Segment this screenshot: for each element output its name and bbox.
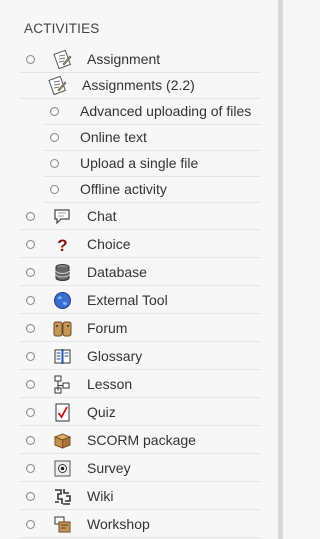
radio-button[interactable] [26,380,35,389]
svg-text:?: ? [57,236,67,254]
activity-label: SCORM package [87,432,196,448]
database-icon [53,263,72,282]
radio-button[interactable] [50,133,59,142]
section-heading: ACTIVITIES [24,21,100,36]
activity-option-external-tool[interactable]: External Tool [20,288,261,314]
radio-button[interactable] [50,107,59,116]
activity-label: Wiki [87,488,114,504]
activity-label: Assignments (2.2) [82,77,195,93]
globe-icon [53,291,72,310]
lesson-icon [53,375,72,394]
activity-label: Survey [87,460,131,476]
panel-scrollbar[interactable] [278,0,283,539]
radio-button[interactable] [26,55,35,64]
radio-button[interactable] [50,159,59,168]
activity-group-assignments-22: Assignments (2.2) [20,73,261,99]
question-icon: ? [53,235,72,254]
activity-option-scorm-package[interactable]: SCORM package [20,428,261,454]
activity-label: Quiz [87,404,116,420]
activity-option-advanced-uploading[interactable]: Advanced uploading of files [44,99,261,125]
activity-label: Assignment [87,51,161,67]
activity-label: Lesson [87,376,133,392]
quiz-icon [53,403,72,422]
radio-button[interactable] [50,185,59,194]
glossary-icon [53,347,72,366]
activity-label: Forum [87,320,128,336]
activity-option-choice[interactable]: ? Choice [20,232,261,258]
activity-option-chat[interactable]: Chat [20,204,261,230]
forum-icon [53,319,72,338]
activity-label: Glossary [87,348,143,364]
activity-option-wiki[interactable]: Wiki [20,484,261,510]
radio-button[interactable] [26,352,35,361]
radio-button[interactable] [26,464,35,473]
activity-option-database[interactable]: Database [20,260,261,286]
assignment-icon [53,50,72,69]
activity-option-online-text[interactable]: Online text [44,125,261,151]
radio-button[interactable] [26,268,35,277]
radio-button[interactable] [26,436,35,445]
activity-option-quiz[interactable]: Quiz [20,400,261,426]
radio-button[interactable] [26,296,35,305]
activity-label: Choice [87,236,131,252]
radio-button[interactable] [26,240,35,249]
activity-label: Database [87,264,147,280]
radio-button[interactable] [26,520,35,529]
activity-option-survey[interactable]: Survey [20,456,261,482]
radio-button[interactable] [26,408,35,417]
activity-label: Online text [80,129,147,145]
radio-button[interactable] [26,492,35,501]
activity-option-workshop[interactable]: Workshop [20,512,261,538]
activity-option-upload-single-file[interactable]: Upload a single file [44,151,261,177]
package-icon [53,431,72,450]
chat-icon [53,207,72,226]
activity-label: Upload a single file [80,155,199,171]
activity-label: Workshop [87,516,150,532]
assignment-icon [48,76,67,95]
activity-label: Offline activity [80,181,167,197]
survey-icon [53,459,72,478]
radio-button[interactable] [26,212,35,221]
activity-label: External Tool [87,292,168,308]
radio-button[interactable] [26,324,35,333]
activity-option-forum[interactable]: Forum [20,316,261,342]
activity-option-offline-activity[interactable]: Offline activity [44,177,261,203]
activity-label: Chat [87,208,117,224]
activity-label: Advanced uploading of files [80,103,252,119]
activity-option-lesson[interactable]: Lesson [20,372,261,398]
activity-option-glossary[interactable]: Glossary [20,344,261,370]
workshop-icon [53,515,72,534]
activity-option-assignment[interactable]: Assignment [20,47,261,73]
wiki-icon [53,487,72,506]
